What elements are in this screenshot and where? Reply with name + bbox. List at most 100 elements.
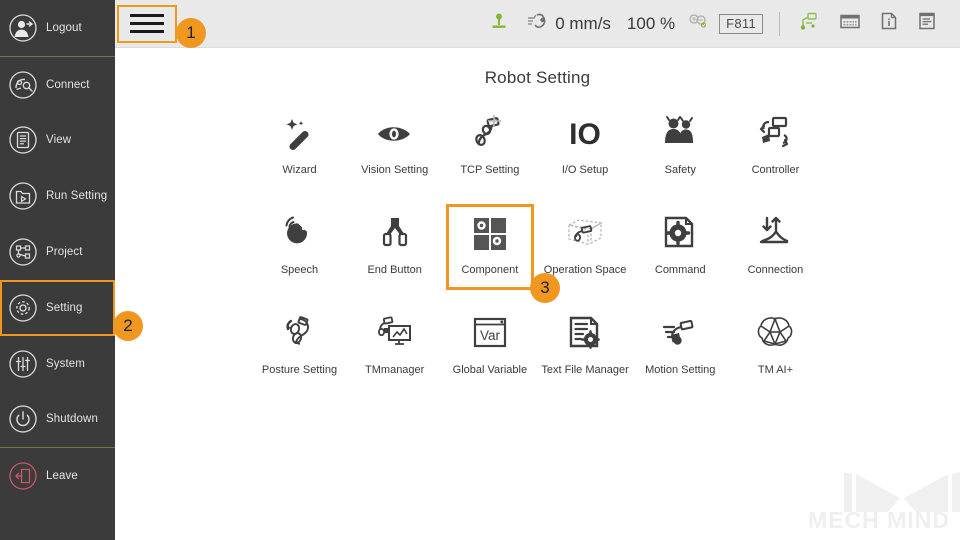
- keyboard-button[interactable]: [830, 0, 870, 48]
- sidebar-item-run-setting[interactable]: Run Setting: [0, 168, 115, 224]
- tile-controller[interactable]: Controller: [733, 106, 817, 188]
- sidebar-item-leave[interactable]: Leave: [0, 448, 115, 504]
- tile-tcp-setting[interactable]: TCP Setting: [448, 106, 532, 188]
- sidebar-item-view[interactable]: View: [0, 113, 115, 169]
- tile-label: Connection: [747, 264, 804, 276]
- global-variable-icon: Var: [467, 308, 513, 360]
- connection-chart-icon: [752, 208, 798, 260]
- motion-setting-icon: [657, 308, 703, 360]
- settings-grid: Wizard Vision Setting TCP Setting IO I/O…: [258, 106, 818, 388]
- info-icon: [878, 10, 900, 37]
- tile-operation-space[interactable]: Operation Space: [543, 206, 627, 288]
- settings-row: Posture Setting TMmanager Var Global Var…: [258, 306, 818, 388]
- tm-ai-brain-icon: [752, 308, 798, 360]
- sidebar-item-label: System: [46, 357, 85, 370]
- tile-label: Vision Setting: [361, 164, 429, 176]
- safety-people-icon: [657, 108, 703, 160]
- percent-value: 100 %: [626, 13, 676, 33]
- robot-link-icon: [798, 10, 822, 37]
- content-area: 0 mm/s 100 % F811 Robot Setting Wizard V…: [115, 0, 960, 540]
- tcp-robot-arm-icon: [467, 108, 513, 160]
- annotation-badge-3: 3: [530, 273, 560, 303]
- view-list-icon: [8, 125, 38, 155]
- tmmanager-icon: [372, 308, 418, 360]
- speed-percent-indicator: 100 %: [619, 0, 683, 48]
- var-glyph-text: Var: [480, 328, 501, 343]
- hamburger-menu-icon-bar: [130, 30, 164, 33]
- tile-label: I/O Setup: [561, 164, 609, 176]
- tile-label: Controller: [751, 164, 800, 176]
- gear-icon: [8, 293, 38, 323]
- speed-value: 0 mm/s: [555, 13, 611, 33]
- annotation-badge-2: 2: [113, 311, 143, 341]
- component-puzzle-icon: [469, 208, 511, 260]
- tile-posture-setting[interactable]: Posture Setting: [258, 306, 342, 388]
- text-file-manager-icon: [562, 308, 608, 360]
- tile-text-file-manager[interactable]: Text File Manager: [541, 306, 629, 388]
- annotation-badge-1: 1: [176, 18, 206, 48]
- posture-setting-icon: [277, 308, 323, 360]
- sidebar-item-shutdown[interactable]: Shutdown: [0, 392, 115, 448]
- info-button[interactable]: [870, 0, 908, 48]
- sidebar-item-connect[interactable]: Connect: [0, 57, 115, 113]
- watermark-text: MECH MIND: [808, 507, 950, 533]
- sidebar-item-system[interactable]: System: [0, 336, 115, 392]
- tile-label: Command: [654, 264, 706, 276]
- robot-base-icon: [488, 10, 510, 37]
- sidebar-item-label: Shutdown: [46, 413, 98, 426]
- mech-mind-logo: MECH MIND: [808, 468, 960, 536]
- tile-tm-ai-plus[interactable]: TM AI+: [733, 306, 817, 388]
- zoom-speed-button[interactable]: [683, 0, 713, 48]
- eye-icon: [372, 108, 418, 160]
- function-code-box[interactable]: F811: [713, 0, 769, 48]
- keyboard-icon: [838, 10, 862, 37]
- tile-label: Safety: [664, 164, 696, 176]
- log-button[interactable]: [908, 0, 946, 48]
- power-icon: [8, 404, 38, 434]
- sidebar-item-setting[interactable]: Setting: [0, 279, 115, 336]
- tile-wizard[interactable]: Wizard: [258, 106, 342, 188]
- tile-component[interactable]: Component: [445, 204, 534, 290]
- tile-command[interactable]: Command: [638, 206, 722, 288]
- tile-label: Wizard: [282, 164, 317, 176]
- tile-label: Posture Setting: [261, 364, 338, 376]
- toolbar-status-group: 0 mm/s 100 % F811: [480, 0, 960, 48]
- tile-speech[interactable]: Speech: [258, 206, 342, 288]
- tile-label: TCP Setting: [460, 164, 520, 176]
- tile-vision-setting[interactable]: Vision Setting: [353, 106, 437, 188]
- tile-motion-setting[interactable]: Motion Setting: [638, 306, 722, 388]
- tile-label: Operation Space: [543, 264, 627, 276]
- hamburger-menu-button[interactable]: [117, 4, 177, 43]
- log-document-icon: [916, 10, 938, 37]
- svg-text:IO: IO: [569, 118, 601, 151]
- speech-icon: [277, 208, 323, 260]
- tile-connection[interactable]: Connection: [733, 206, 817, 288]
- tile-io-setup[interactable]: IO I/O Setup: [543, 106, 627, 188]
- user-logout-icon: [8, 13, 38, 43]
- folder-run-icon: [8, 181, 38, 211]
- wizard-wand-icon: [277, 108, 323, 160]
- tile-label: Global Variable: [452, 364, 528, 376]
- toolbar-divider: [779, 11, 780, 36]
- io-icon: IO: [562, 108, 608, 160]
- tile-label: TM AI+: [757, 364, 794, 376]
- connect-icon: [8, 70, 38, 100]
- tile-global-variable[interactable]: Var Global Variable: [448, 306, 532, 388]
- exit-door-icon: [8, 461, 38, 491]
- tile-tmmanager[interactable]: TMmanager: [353, 306, 437, 388]
- sidebar-item-logout[interactable]: Logout: [0, 0, 115, 56]
- sidebar-item-label: Logout: [46, 21, 82, 34]
- hamburger-menu-icon-bar: [130, 14, 164, 17]
- tile-safety[interactable]: Safety: [638, 106, 722, 188]
- command-gear-doc-icon: [657, 208, 703, 260]
- sidebar-item-label: Setting: [46, 301, 83, 314]
- hamburger-menu-icon-bar: [130, 22, 164, 25]
- sidebar-item-project[interactable]: Project: [0, 224, 115, 280]
- robot-link-button[interactable]: [790, 0, 830, 48]
- robot-base-indicator[interactable]: [480, 0, 518, 48]
- app-window: Logout Connect View Run Setting Project …: [0, 0, 960, 540]
- tile-label: Speech: [280, 264, 319, 276]
- tile-end-button[interactable]: End Button: [353, 206, 437, 288]
- zoom-in-out-icon: [687, 11, 709, 36]
- tile-label: TMmanager: [365, 364, 425, 376]
